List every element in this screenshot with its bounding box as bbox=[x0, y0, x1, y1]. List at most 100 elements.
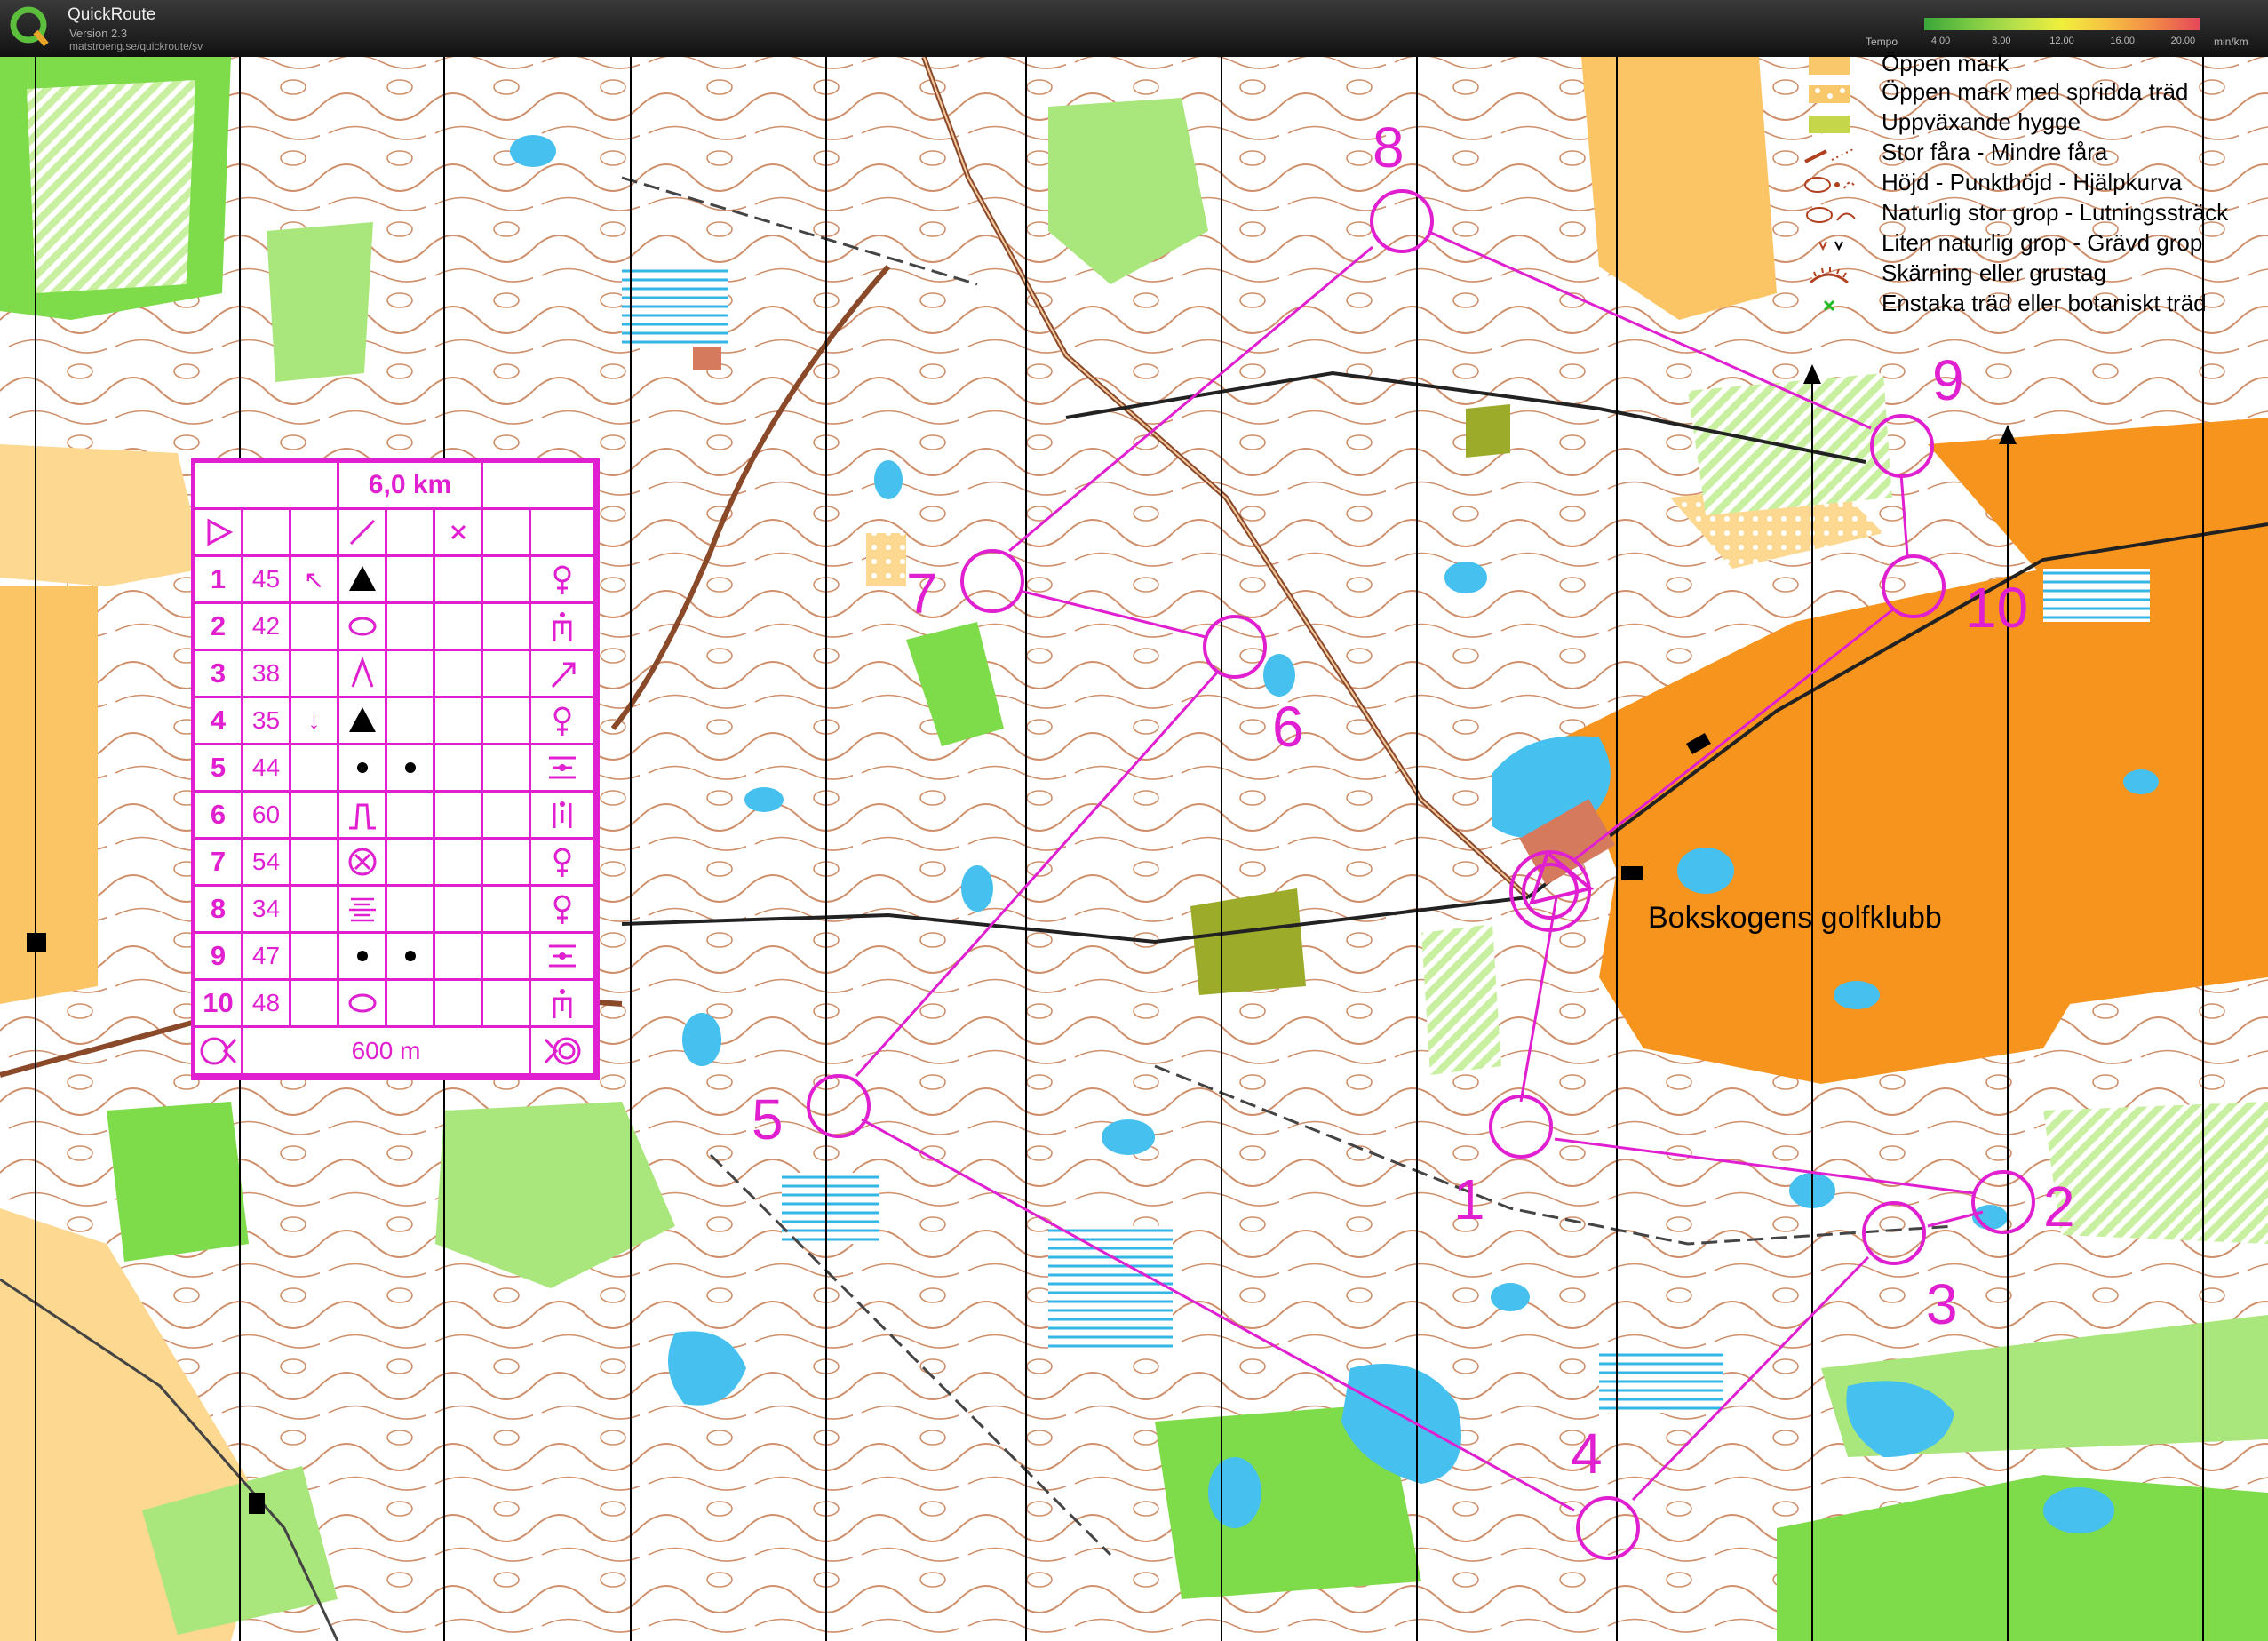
control-number-1: 1 bbox=[1453, 1167, 1485, 1231]
control-number-9: 9 bbox=[1932, 348, 1964, 412]
manned-control-icon bbox=[553, 612, 571, 641]
cd-feature bbox=[339, 840, 387, 887]
course-length: 6,0 km bbox=[339, 463, 483, 510]
cd-dimensions bbox=[435, 934, 483, 981]
cd-dimensions bbox=[435, 651, 483, 698]
water-point-icon bbox=[553, 895, 570, 924]
knoll-contour-symbol bbox=[1804, 177, 1856, 193]
cd-start-cell bbox=[531, 510, 595, 557]
control-number-8: 8 bbox=[1373, 116, 1405, 179]
knoll-triangle-icon bbox=[348, 707, 376, 732]
cd-control-code: 34 bbox=[243, 887, 291, 934]
cd-control-number: 4 bbox=[195, 698, 243, 745]
marsh-lines-icon bbox=[348, 897, 376, 922]
cd-location-blank bbox=[483, 745, 531, 793]
cd-control-code: 42 bbox=[243, 604, 291, 651]
water-point-icon bbox=[553, 848, 570, 877]
manned-control-icon bbox=[553, 989, 571, 1018]
cd-feature bbox=[339, 604, 387, 651]
legend-row: Öppen mark med spridda träd bbox=[1795, 78, 2268, 107]
open-land-swatch bbox=[1809, 57, 1850, 75]
legend-label: Skärning eller grustag bbox=[1882, 259, 2106, 286]
golf-club-label: Bokskogens golfklubb bbox=[1648, 901, 1942, 935]
cd-location-blank bbox=[483, 557, 531, 604]
cd-other-info bbox=[531, 934, 595, 981]
cross-icon bbox=[450, 524, 466, 540]
legend-row: Stor fåra - Mindre fåra bbox=[1795, 139, 2268, 167]
cd-other-info bbox=[531, 557, 595, 604]
legend-row: Enstaka träd eller botaniskt träd bbox=[1795, 290, 2268, 318]
cd-dimensions bbox=[435, 981, 483, 1028]
cd-other-info bbox=[531, 745, 595, 793]
cd-appearance bbox=[387, 651, 435, 698]
control-description-grid: 6,0 km 1 45 ↖ 2 42 3 38 4 35 ↓ 5 44 6 60 7 54 8 34 9 47 10 48 6… bbox=[195, 463, 595, 1076]
cd-which-feature bbox=[291, 651, 339, 698]
last-control-icon bbox=[200, 1037, 236, 1064]
finish-icon bbox=[544, 1037, 580, 1064]
legend-label: Naturlig stor grop - Lutningssträck bbox=[1882, 199, 2229, 226]
cd-other-info bbox=[531, 604, 595, 651]
cd-which-feature bbox=[291, 934, 339, 981]
cd-feature bbox=[339, 651, 387, 698]
cd-which-feature bbox=[291, 887, 339, 934]
cd-other-info bbox=[531, 793, 595, 840]
cd-start-cell bbox=[387, 510, 435, 557]
start-triangle-icon bbox=[207, 518, 233, 546]
cd-control-number: 2 bbox=[195, 604, 243, 651]
cd-control-number: 7 bbox=[195, 840, 243, 887]
small-knoll-dot-icon bbox=[404, 762, 416, 773]
cd-which-feature bbox=[291, 840, 339, 887]
cd-finish-from bbox=[195, 1028, 243, 1076]
special-tree-symbol bbox=[1823, 299, 1835, 312]
cd-location-blank bbox=[483, 793, 531, 840]
cd-location-blank bbox=[483, 651, 531, 698]
control-description-sheet: 6,0 km 1 45 ↖ 2 42 3 38 4 35 ↓ 5 44 6 60 7 54 8 34 9 47 10 48 6… bbox=[191, 458, 600, 1080]
control-number-7: 7 bbox=[906, 562, 938, 625]
cd-start-cell bbox=[291, 510, 339, 557]
cd-location-blank bbox=[483, 604, 531, 651]
cd-start-start-triangle-icon bbox=[195, 510, 243, 557]
cd-other-info bbox=[531, 981, 595, 1028]
small-knoll-dot-icon bbox=[404, 951, 416, 961]
cd-appearance bbox=[387, 934, 435, 981]
water-point-icon bbox=[553, 565, 570, 594]
app-titlebar: QuickRoute Version 2.3 matstroeng.se/qui… bbox=[0, 0, 2268, 57]
cd-dimensions bbox=[435, 840, 483, 887]
cd-location-blank bbox=[483, 840, 531, 887]
legend-row: Naturlig stor grop - Lutningssträck bbox=[1795, 199, 2268, 227]
cd-control-code: 47 bbox=[243, 934, 291, 981]
gully-lambda-icon bbox=[351, 656, 373, 688]
cd-location-blank bbox=[483, 887, 531, 934]
cd-start-cell bbox=[243, 510, 291, 557]
open-land-scattered-trees-swatch bbox=[1809, 85, 1850, 103]
legend-row: Uppväxande hygge bbox=[1795, 108, 2268, 137]
cd-appearance bbox=[387, 698, 435, 745]
cd-dimensions bbox=[435, 557, 483, 604]
app-url: matstroeng.se/quickroute/sv bbox=[69, 40, 203, 52]
cd-other-info bbox=[531, 698, 595, 745]
cd-feature bbox=[339, 934, 387, 981]
cd-which-feature: ↓ bbox=[291, 698, 339, 745]
cd-appearance bbox=[387, 887, 435, 934]
cd-which-feature: ↖ bbox=[291, 557, 339, 604]
cd-appearance bbox=[387, 604, 435, 651]
control-number-10: 10 bbox=[1965, 576, 2028, 640]
cd-which-feature bbox=[291, 793, 339, 840]
cd-feature bbox=[339, 981, 387, 1028]
tempo-scale: Tempo 4.00 8.00 12.00 16.00 20.00 min/km bbox=[1866, 14, 2256, 50]
small-knoll-dot-icon bbox=[356, 762, 368, 773]
passage-icon bbox=[553, 801, 571, 828]
cd-finish-to bbox=[531, 1028, 595, 1076]
tools-icon bbox=[551, 662, 575, 689]
cd-feature bbox=[339, 793, 387, 840]
quarry-symbol bbox=[1809, 267, 1849, 284]
legend-label: Uppväxande hygge bbox=[1882, 108, 2081, 135]
legend-label: Öppen mark med spridda träd bbox=[1882, 78, 2189, 105]
cd-appearance bbox=[387, 840, 435, 887]
cd-control-code: 54 bbox=[243, 840, 291, 887]
new-growth-swatch bbox=[1809, 116, 1850, 133]
legend-label: Stor fåra - Mindre fåra bbox=[1882, 139, 2108, 165]
cd-other-info bbox=[531, 651, 595, 698]
water-point-icon bbox=[553, 706, 570, 736]
spur-icon bbox=[348, 803, 376, 830]
